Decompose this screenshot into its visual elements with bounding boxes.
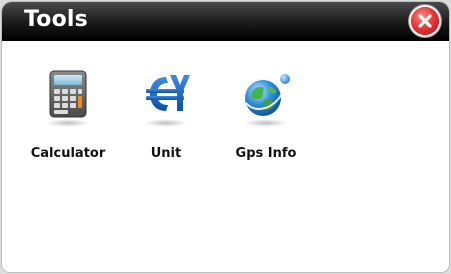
globe-icon [245, 74, 290, 116]
tools-window: Tools Calculator Unit Gps Info [2, 2, 449, 272]
close-icon [418, 14, 432, 28]
tools-grid: Calculator Unit Gps Info [2, 41, 449, 272]
title-bar: Tools [2, 2, 449, 41]
window-title: Tools [24, 7, 88, 32]
tool-label: Calculator [30, 146, 106, 161]
unit-converter-icon [146, 75, 190, 111]
tool-label: Unit [150, 146, 182, 161]
tool-unit[interactable]: Unit [118, 65, 214, 161]
tool-gps-info[interactable]: Gps Info [218, 65, 314, 161]
tool-label: Gps Info [235, 146, 297, 161]
close-button[interactable] [411, 7, 439, 35]
calculator-icon [49, 70, 87, 118]
tool-calculator[interactable]: Calculator [20, 65, 116, 161]
